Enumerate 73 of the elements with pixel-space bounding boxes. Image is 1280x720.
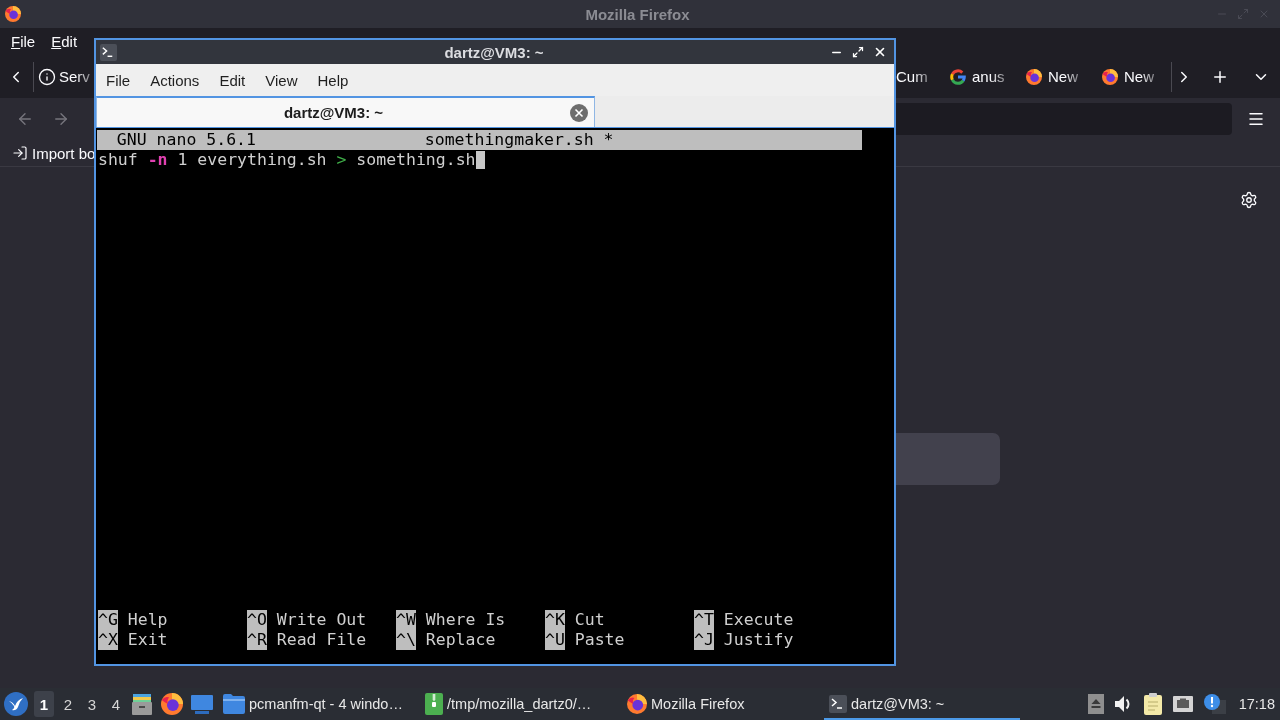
shortcut-key: ^J <box>694 630 714 650</box>
shortcut-label: Where Is <box>425 610 506 630</box>
menu-item[interactable]: Edit <box>209 67 256 93</box>
alert-icon[interactable] <box>1203 694 1226 714</box>
browser-logo-icon <box>1026 68 1042 85</box>
shortcut-key: ^X <box>98 630 118 650</box>
browser-tab[interactable]: New <box>1095 59 1171 94</box>
window-title: dartz@VM3: ~ <box>444 43 544 61</box>
terminal-icon <box>829 695 847 713</box>
g-logo-icon <box>950 68 966 85</box>
shortcut-label: Justify <box>723 630 794 650</box>
shortcut-label: Cut <box>574 610 605 630</box>
terminal-icon <box>100 43 117 61</box>
import-icon <box>12 145 28 161</box>
archive-icon <box>425 693 443 715</box>
menu-item[interactable]: Actions <box>140 67 210 93</box>
browser-logo-icon[interactable] <box>161 693 183 715</box>
shortcut-label: Execute <box>723 610 794 630</box>
shortcut-key: ^W <box>396 610 416 630</box>
shortcut-key: ^U <box>545 630 565 650</box>
settings-icon[interactable] <box>1240 191 1258 209</box>
menu-item[interactable]: File <box>3 33 44 50</box>
task-button[interactable]: dartz@VM3: ~ <box>824 688 1020 720</box>
menu-item[interactable]: File <box>96 67 141 93</box>
workspace-button[interactable]: 1 <box>34 691 54 717</box>
shortcut-label: Exit <box>127 630 168 650</box>
menu-icon[interactable] <box>1247 110 1265 128</box>
shortcut-label: Read File <box>276 630 367 650</box>
browser-tab[interactable]: Serv <box>34 59 94 94</box>
bird-logo-icon[interactable] <box>4 692 28 716</box>
browser-logo-icon <box>1102 68 1118 85</box>
browser-logo-icon <box>627 694 647 714</box>
clipboard-icon[interactable] <box>1143 693 1162 715</box>
search-field[interactable] <box>896 433 1000 485</box>
menu-item[interactable]: Help <box>307 67 359 93</box>
desktop-icon[interactable] <box>191 693 213 715</box>
browser-tab[interactable]: Cum <box>896 59 943 94</box>
workspace-button[interactable]: 4 <box>106 691 126 717</box>
shortcut-key: ^T <box>694 610 714 630</box>
task-button[interactable]: pcmanfm-qt - 4 windo… <box>218 688 414 720</box>
shortcut-label: Help <box>127 610 168 630</box>
task-button[interactable]: Mozilla Firefox <box>622 688 818 720</box>
bookmark-item[interactable]: Import bo <box>10 141 98 165</box>
shortcut-key: ^G <box>98 610 118 630</box>
app-version-label: GNU nano 5.6.1 <box>116 130 257 150</box>
browser-tab[interactable]: New <box>1019 59 1095 94</box>
shortcut-label: Replace <box>425 630 496 650</box>
shortcut-key: ^\ <box>396 630 416 650</box>
window-title: Mozilla Firefox <box>585 5 690 23</box>
shortcut-label: Write Out <box>276 610 367 630</box>
eject-icon[interactable] <box>1087 694 1104 714</box>
folder-icon <box>223 694 245 714</box>
network-icon[interactable] <box>1172 696 1193 712</box>
menu-item[interactable]: View <box>255 67 308 93</box>
file-name: somethingmaker.sh * <box>424 130 615 150</box>
browser-tab[interactable]: anus <box>943 59 1019 94</box>
shortcut-key: ^K <box>545 610 565 630</box>
cabinet-icon[interactable] <box>131 693 153 715</box>
shortcut-key: ^O <box>247 610 267 630</box>
maximize-icon[interactable] <box>852 46 864 58</box>
shortcut-key: ^R <box>247 630 267 650</box>
code-line: shuf -n 1 everything.sh > something.sh <box>98 150 476 170</box>
terminal-tab[interactable]: dartz@VM3: ~ <box>96 96 595 127</box>
clock-label: 17:18 <box>1238 696 1275 712</box>
info-icon <box>38 67 56 86</box>
workspace-button[interactable]: 2 <box>58 691 78 717</box>
close-icon[interactable] <box>873 45 887 59</box>
shortcut-label: Paste <box>574 630 625 650</box>
menu-item[interactable]: Edit <box>43 33 86 50</box>
address-field[interactable] <box>896 103 1232 135</box>
browser-logo-icon <box>5 6 21 22</box>
workspace-button[interactable]: 3 <box>82 691 102 717</box>
task-button[interactable]: /tmp/mozilla_dartz0/… <box>420 688 616 720</box>
